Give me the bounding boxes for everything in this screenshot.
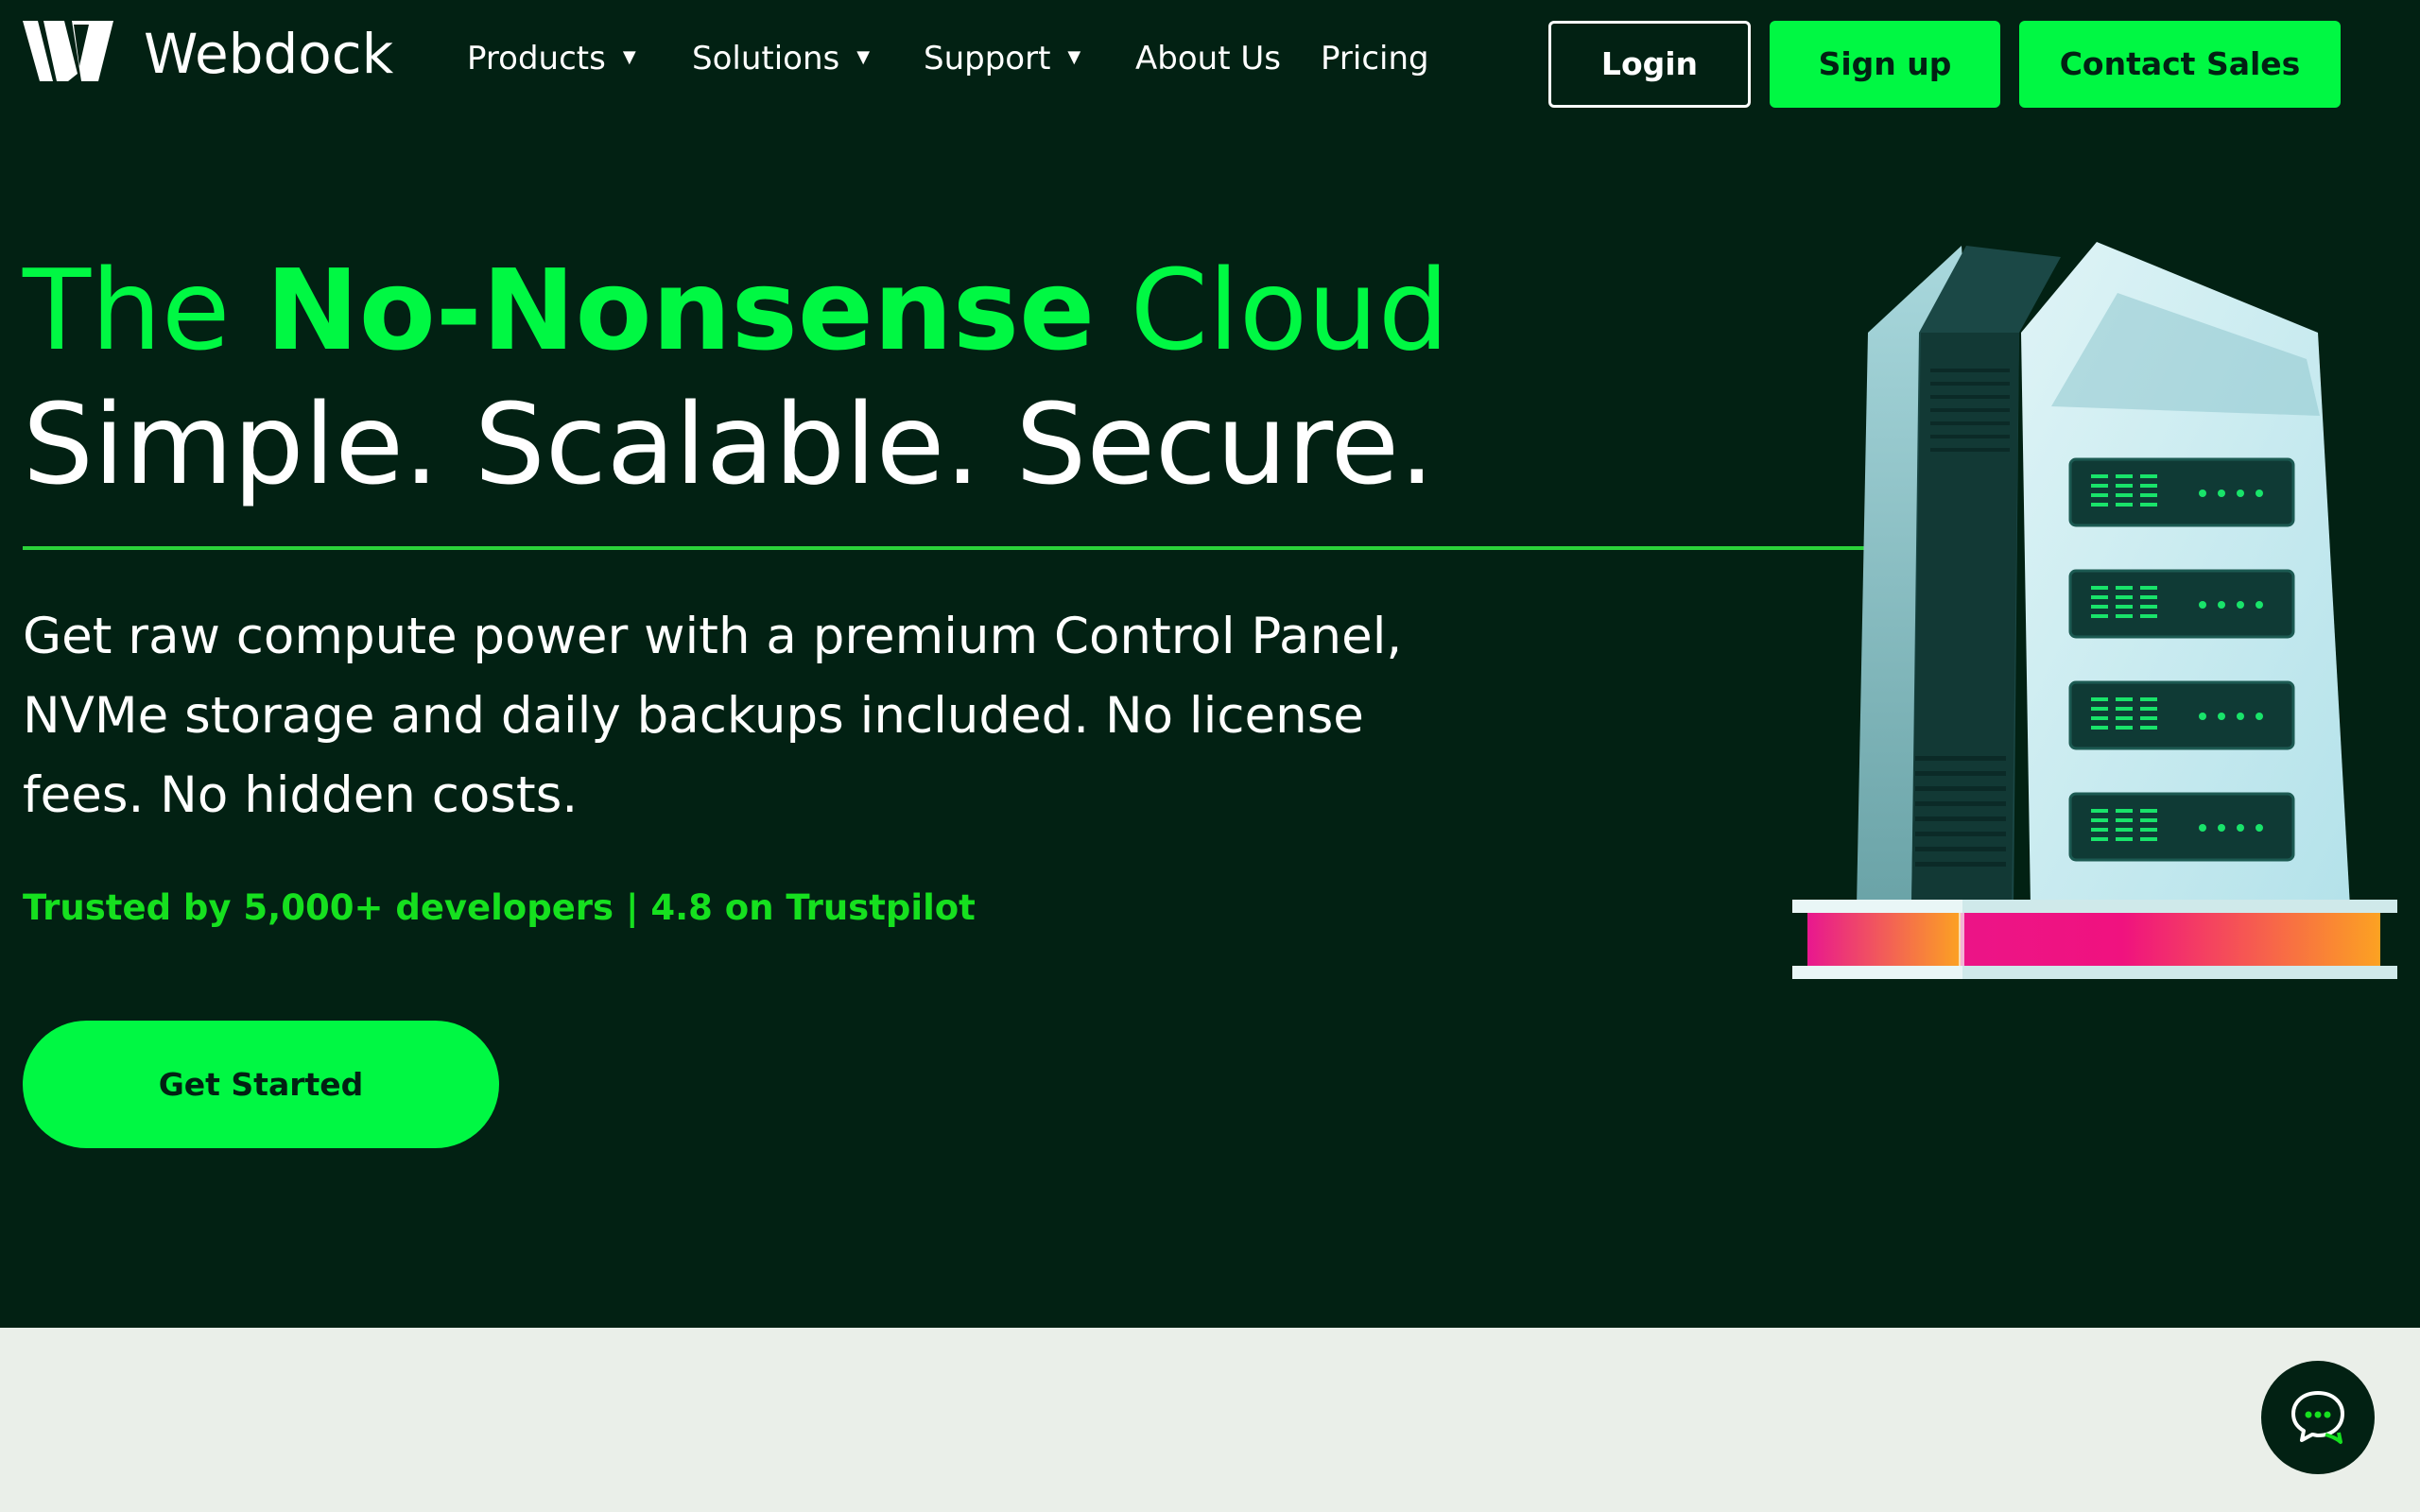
get-started-button[interactable]: Get Started <box>23 1021 499 1148</box>
nav-item-products-label: Products <box>467 40 606 77</box>
signup-button[interactable]: Sign up <box>1770 21 2000 108</box>
chevron-down-icon: ▼ <box>856 46 871 67</box>
chevron-down-icon: ▼ <box>622 46 636 67</box>
login-button[interactable]: Login <box>1548 21 1751 108</box>
headline-part1: The <box>23 245 266 375</box>
hero-description: Get raw compute power with a premium Con… <box>23 608 1403 824</box>
headline-strong: No-Nonsense <box>265 245 1096 375</box>
trust-line: Trusted by 5,000+ developers | 4.8 on Tr… <box>23 887 976 928</box>
nav-item-solutions[interactable]: Solutions ▼ <box>692 38 870 79</box>
hero-headline: The No-Nonsense Cloud <box>23 244 1449 376</box>
chat-bubble-icon <box>2291 1391 2344 1444</box>
hero-section: Webdock Products ▼ Solutions ▼ Support ▼ Ab… <box>0 0 2420 1328</box>
contact-sales-button[interactable]: Contact Sales <box>2019 21 2341 108</box>
headline-part2: Cloud <box>1095 245 1449 375</box>
nav-item-support-label: Support <box>924 40 1051 77</box>
server-tower-illustration <box>1792 242 2397 979</box>
nav-item-support[interactable]: Support ▼ <box>924 38 1080 79</box>
brand-name[interactable]: Webdock <box>144 21 393 87</box>
nav-item-products[interactable]: Products ▼ <box>467 38 636 79</box>
nav-item-about-us[interactable]: About Us <box>1135 38 1281 79</box>
top-navigation: Webdock Products ▼ Solutions ▼ Support ▼ Ab… <box>0 0 2420 123</box>
hero-divider <box>23 546 1874 550</box>
webdock-logo-icon[interactable] <box>23 21 113 81</box>
nav-item-pricing[interactable]: Pricing <box>1321 38 1429 79</box>
nav-item-about-us-label: About Us <box>1135 40 1281 77</box>
chevron-down-icon: ▼ <box>1067 46 1081 67</box>
chat-button[interactable] <box>2261 1361 2375 1474</box>
nav-item-solutions-label: Solutions <box>692 40 840 77</box>
hero-subheadline: Simple. Scalable. Secure. <box>23 379 1435 509</box>
nav-item-pricing-label: Pricing <box>1321 40 1429 77</box>
